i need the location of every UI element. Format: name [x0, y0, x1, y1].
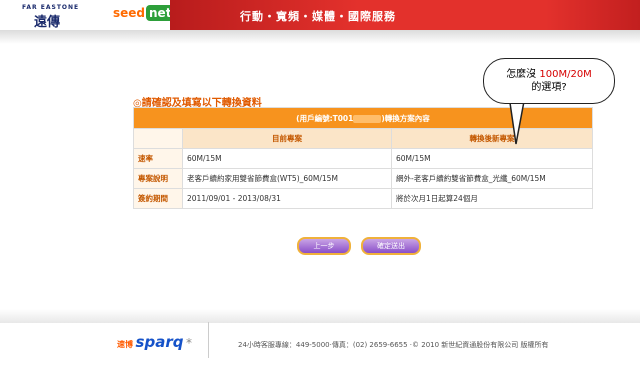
fareastone-logo[interactable]: 遠傳: [34, 11, 60, 30]
sparq-logo-text: sparq: [135, 333, 184, 351]
annotation-balloon: 怎麼沒 100M/20M 的選項?: [483, 58, 615, 104]
row-new-value: 將於次月1日起算24個月: [391, 188, 593, 209]
row-current-value: 老客戶續約家用雙省節費盒(WT5)_60M/15M: [182, 168, 392, 189]
table-row: 簽約期間 2011/09/01 - 2013/08/31 將於次月1日起算24個…: [133, 188, 593, 209]
annotation-text: 怎麼沒 100M/20M 的選項?: [484, 68, 614, 94]
col-new-header: 轉換後新專案: [391, 128, 593, 149]
table-title-suffix: )轉換方案內容: [381, 113, 430, 123]
fareastone-brand-text: FAR EASTONE: [22, 4, 80, 11]
submit-button[interactable]: 確定送出: [361, 237, 421, 255]
annotation-line1-prefix: 怎麼沒: [506, 69, 537, 80]
nav-banner-text: 行動・寬頻・媒體・國際服務: [240, 10, 396, 23]
sparq-logo-cn: 速博: [117, 340, 133, 349]
header-shadow-strip: [0, 30, 640, 44]
seednet-logo[interactable]: seed net: [113, 5, 175, 21]
footer-divider: [208, 322, 209, 358]
footer-shadow-strip: [0, 309, 640, 323]
sparq-logo: 速博 sparq *: [117, 333, 192, 351]
row-current-value: 60M/15M: [182, 148, 392, 169]
masked-account-number: [353, 114, 382, 123]
col-current-header: 目前專案: [182, 128, 392, 149]
row-label: 專案說明: [133, 168, 183, 189]
table-title-prefix: (用戶編號:T001: [296, 113, 354, 123]
row-new-value: 60M/15M: [391, 148, 593, 169]
table-header-empty: [133, 128, 183, 149]
table-row: 速率 60M/15M 60M/15M: [133, 148, 593, 169]
row-label: 速率: [133, 148, 183, 169]
row-label: 簽約期間: [133, 188, 183, 209]
row-new-value: 網外-老客戶續約雙省節費盒_光纖_60M/15M: [391, 168, 593, 189]
seednet-logo-seed: seed: [113, 6, 146, 20]
sparq-star-icon: *: [186, 336, 193, 350]
row-current-value: 2011/09/01 - 2013/08/31: [182, 188, 392, 209]
annotation-line2: 的選項?: [531, 82, 567, 93]
table-row: 專案說明 老客戶續約家用雙省節費盒(WT5)_60M/15M 網外-老客戶續約雙…: [133, 168, 593, 189]
footer-copyright: 24小時客服專線：449-5000‧傳真：(02) 2659-6655 ‧© 2…: [238, 341, 549, 349]
previous-step-button[interactable]: 上一步: [297, 237, 351, 255]
annotation-highlight: 100M/20M: [539, 69, 592, 80]
